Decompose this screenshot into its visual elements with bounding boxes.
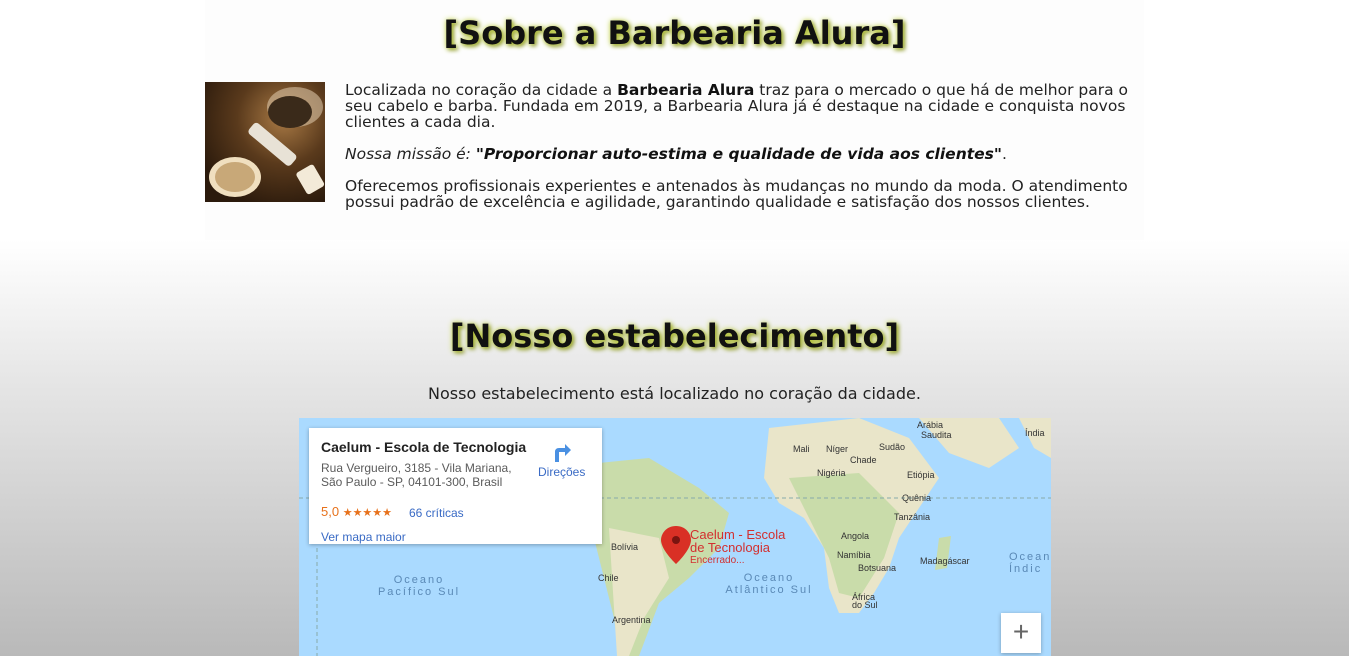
map-label-bolivia: Bolívia <box>611 542 639 552</box>
barber-razor-image <box>205 82 325 202</box>
map-label-saudita: Saudita <box>921 430 952 440</box>
view-larger-map-link[interactable]: Ver mapa maior <box>321 530 406 544</box>
embedded-map[interactable]: Arábia Saudita Índia Mali Níger Sudão Ch… <box>299 418 1051 656</box>
map-label-tanzania: Tanzânia <box>894 512 931 522</box>
map-label-madagascar: Madagáscar <box>920 556 970 566</box>
map-label-atlantic: Oceano Atlântico Sul <box>725 572 813 596</box>
map-label-india: Índia <box>1025 428 1045 438</box>
place-address: Rua Vergueiro, 3185 - Vila Mariana, São … <box>321 461 512 489</box>
map-label-argentina: Argentina <box>612 615 651 625</box>
about-title: [Sobre a Barbearia Alura] <box>443 14 906 52</box>
map-pin-label[interactable]: Caelum - Escola de Tecnologia Encerrado.… <box>690 528 785 567</box>
map-label-quenia: Quênia <box>902 493 932 503</box>
map-label-niger: Níger <box>826 444 849 454</box>
about-paragraph-3: Oferecemos profissionais experientes e a… <box>345 177 1128 211</box>
reviews-link[interactable]: 66 críticas <box>409 506 464 520</box>
map-label-mali: Mali <box>793 444 810 454</box>
place-info-card: Caelum - Escola de Tecnologia Rua Vergue… <box>309 428 602 544</box>
place-name: Caelum - Escola de Tecnologia <box>321 439 527 455</box>
place-rating: 5,0 ★★★★★ <box>321 504 393 519</box>
directions-icon[interactable] <box>549 440 573 464</box>
directions-link[interactable]: Direções <box>538 465 585 479</box>
map-label-chile: Chile <box>598 573 619 583</box>
establishment-description: Nosso estabelecimento está localizado no… <box>428 384 921 403</box>
map-label-namibia: Namíbia <box>837 550 871 560</box>
about-paragraph-1: Localizada no coração da cidade a Barbea… <box>345 81 1129 131</box>
about-text: Localizada no coração da cidade a Barbea… <box>345 82 1145 226</box>
map-label-chade: Chade <box>850 455 877 465</box>
map-label-sudao: Sudão <box>879 442 906 452</box>
rating-stars-icon: ★★★★★ <box>342 507 393 519</box>
map-label-arabia: Arábia <box>917 420 944 430</box>
establishment-title: [Nosso estabelecimento] <box>449 317 900 355</box>
map-label-do-sul: do Sul <box>852 600 878 610</box>
map-label-botsuana: Botsuana <box>858 563 897 573</box>
zoom-in-button[interactable]: + <box>1001 613 1041 653</box>
map-label-etiopia: Etiópia <box>907 470 935 480</box>
map-label-nigeria: Nigéria <box>817 468 846 478</box>
map-label-angola: Angola <box>841 531 870 541</box>
map-label-pacific: Oceano Pacífico Sul <box>377 574 461 598</box>
map-label-indian: Ocean Índic <box>1009 551 1051 575</box>
mission-statement: Nossa missão é: "Proporcionar auto-estim… <box>345 145 1007 163</box>
